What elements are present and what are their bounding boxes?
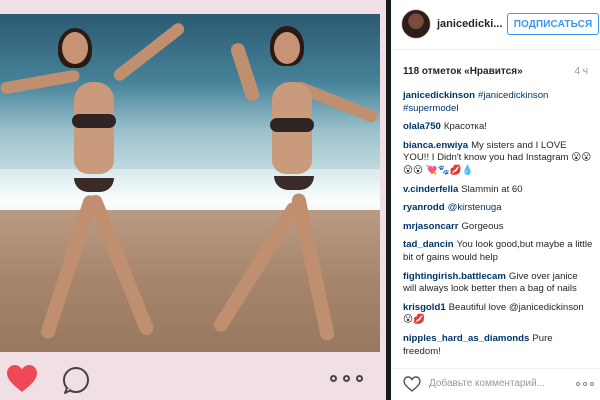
comment-text: Slammin at 60 xyxy=(461,183,523,195)
comment-item: nipples_hard_as_diamonds Pure freedom! xyxy=(403,333,593,358)
comment-item: olala750 Красотка! xyxy=(403,121,593,134)
photo-left xyxy=(0,14,186,352)
comment-user[interactable]: olala750 xyxy=(403,121,441,132)
photo-right xyxy=(186,14,380,352)
avatar[interactable] xyxy=(401,9,431,39)
media-pane xyxy=(0,0,386,400)
heart-icon[interactable] xyxy=(6,364,38,394)
post-header: janicedicki... ПОДПИСАТЬСЯ xyxy=(391,0,600,50)
comment-item: fightingirish.battlecam Give over janice … xyxy=(403,271,593,296)
add-comment-input[interactable]: Добавьте комментарий... xyxy=(429,378,545,389)
likes-count[interactable]: 118 отметок «Нравится» xyxy=(403,66,523,77)
comment-user[interactable]: ryanrodd xyxy=(403,202,445,213)
follow-button[interactable]: ПОДПИСАТЬСЯ xyxy=(507,13,599,35)
comment-text[interactable]: @kirstenuga xyxy=(448,202,502,213)
comment-item: tad_dancin You look good,but maybe a litt… xyxy=(403,239,593,264)
comment-text: Красотка! xyxy=(443,121,487,133)
figure-left xyxy=(0,20,186,342)
more-icon[interactable] xyxy=(576,382,594,386)
comment-user[interactable]: bianca.enwiya xyxy=(403,140,468,151)
comment-user[interactable]: v.cinderfella xyxy=(403,184,458,195)
comment-user[interactable]: mrjasoncarr xyxy=(403,221,458,232)
post-time[interactable]: 4 ч xyxy=(574,66,588,77)
comment-user[interactable]: fightingirish.battlecam xyxy=(403,271,506,282)
comments-list: janicedickinson #janicedickinson #supermo… xyxy=(403,90,593,364)
comment-item: mrjasoncarr Gorgeous xyxy=(403,221,593,234)
comment-user[interactable]: krisgold1 xyxy=(403,302,446,313)
post-sidebar: janicedicki... ПОДПИСАТЬСЯ 118 отметок «… xyxy=(391,0,600,400)
comment-item: janicedickinson #janicedickinson #supermo… xyxy=(403,90,593,115)
heart-outline-icon[interactable] xyxy=(403,376,421,392)
comment-user[interactable]: janicedickinson xyxy=(403,90,475,101)
comment-footer: Добавьте комментарий... xyxy=(391,368,600,400)
comment-item: krisgold1 Beautiful love @janicedickinson… xyxy=(403,302,593,327)
comment-item: bianca.enwiya My sisters and I LOVE YOU!!… xyxy=(403,140,593,178)
comment-user[interactable]: nipples_hard_as_diamonds xyxy=(403,333,529,344)
comment-user[interactable]: tad_dancin xyxy=(403,239,454,250)
post-meta: 118 отметок «Нравится» 4 ч xyxy=(403,66,588,77)
post-username[interactable]: janicedicki... xyxy=(437,18,502,30)
post-photo xyxy=(0,14,380,352)
comment-text: Gorgeous xyxy=(461,220,504,232)
comment-item: ryanrodd @kirstenuga xyxy=(403,202,593,215)
figure-right xyxy=(211,26,380,346)
more-icon[interactable] xyxy=(330,372,364,384)
comment-icon[interactable] xyxy=(62,366,90,394)
comment-item: v.cinderfella Slammin at 60 xyxy=(403,184,593,197)
media-actions xyxy=(0,360,386,400)
